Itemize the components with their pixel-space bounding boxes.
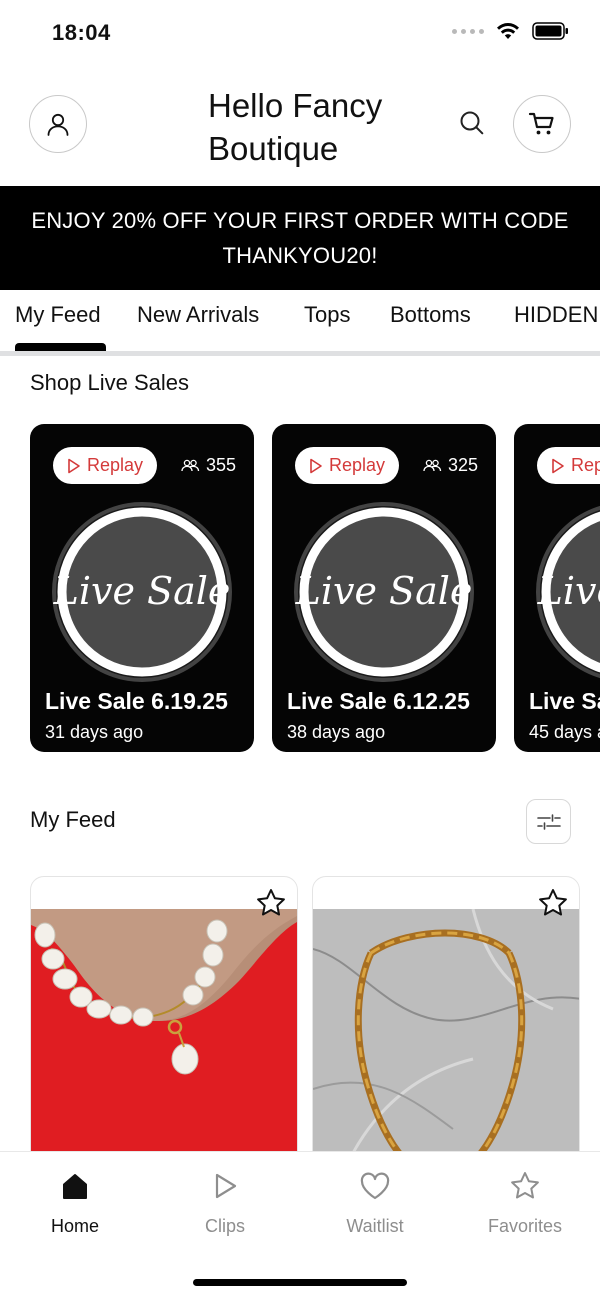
tab-bottoms[interactable]: Bottoms xyxy=(390,302,471,328)
viewers-icon xyxy=(181,459,200,471)
status-icons xyxy=(452,22,570,40)
status-time: 18:04 xyxy=(52,20,111,45)
heart-icon xyxy=(360,1172,390,1200)
live-sale-date: 31 days ago xyxy=(45,722,144,742)
live-sale-logo: Live Sale xyxy=(536,505,600,679)
live-sale-title: Live Sale 6.12.25 xyxy=(287,688,470,714)
live-sale-card[interactable]: Replay 325 Live Sale Live Sale 6.12.25 3… xyxy=(272,424,496,752)
status-bar: 18:04 xyxy=(0,0,600,66)
tab-hidden[interactable]: HIDDEN xyxy=(514,302,598,328)
feed-title: My Feed xyxy=(30,807,116,832)
promo-banner[interactable]: ENJOY 20% OFF YOUR FIRST ORDER WITH CODE… xyxy=(0,186,600,290)
nav-favorites-label: Favorites xyxy=(487,1216,563,1236)
star-icon xyxy=(511,1172,539,1199)
star-outline-icon xyxy=(257,889,285,916)
filter-button[interactable] xyxy=(526,799,571,844)
promo-text: ENJOY 20% OFF YOUR FIRST ORDER WITH CODE… xyxy=(31,208,569,268)
play-outline-icon xyxy=(552,458,564,473)
home-icon xyxy=(63,1174,87,1199)
star-outline-icon xyxy=(539,889,567,916)
viewer-count: 325 xyxy=(422,455,478,476)
live-sales-carousel: Replay 355 Live Sale Live Sale 6.19.25 3… xyxy=(0,424,600,754)
sliders-icon xyxy=(536,813,561,830)
live-sale-title: Live Sa xyxy=(529,688,600,714)
replay-button[interactable]: Replay xyxy=(295,447,399,484)
play-icon xyxy=(215,1173,237,1199)
nav-home-label: Home xyxy=(50,1216,99,1236)
replay-button[interactable]: Replay xyxy=(53,447,157,484)
live-sale-logo-text: Live Sale xyxy=(53,569,231,613)
battery-icon xyxy=(532,22,568,40)
search-icon xyxy=(460,111,484,135)
tab-new-arrivals[interactable]: New Arrivals xyxy=(137,302,259,328)
nav-home[interactable]: Home xyxy=(0,1166,150,1237)
cart-button[interactable] xyxy=(513,95,571,153)
replay-button[interactable]: Replay xyxy=(537,447,600,484)
live-sale-card[interactable]: Replay 355 Live Sale Live Sale 6.19.25 3… xyxy=(30,424,254,752)
nav-favorites[interactable]: Favorites xyxy=(450,1166,600,1237)
active-tab-indicator xyxy=(15,343,106,351)
live-sale-logo-text: Live Sale xyxy=(295,569,473,613)
viewers-icon xyxy=(423,459,442,471)
live-sale-card[interactable]: Replay Live Sale Live Sa 45 days a xyxy=(514,424,600,752)
live-sale-logo: Live Sale xyxy=(52,502,232,682)
viewer-count: 355 xyxy=(180,455,236,476)
store-name: Hello Fancy Boutique xyxy=(208,87,383,167)
header: Hello Fancy Boutique xyxy=(0,66,600,186)
live-sale-date: 45 days a xyxy=(529,722,600,742)
signal-dots-icon xyxy=(452,28,484,34)
favorite-button[interactable] xyxy=(535,885,571,921)
live-sales-title: Shop Live Sales xyxy=(30,370,189,395)
viewer-count-value: 325 xyxy=(448,455,479,475)
live-sale-logo: Live Sale xyxy=(294,502,474,682)
replay-label: Replay xyxy=(86,455,144,475)
nav-clips-label: Clips xyxy=(204,1216,245,1236)
cart-icon xyxy=(528,112,554,135)
live-sale-logo-text: Live Sale xyxy=(537,569,600,613)
play-outline-icon xyxy=(68,458,80,473)
wifi-icon xyxy=(497,23,519,39)
replay-label: Replay xyxy=(570,455,600,475)
tab-tops[interactable]: Tops xyxy=(304,302,350,328)
viewer-count-value: 355 xyxy=(206,455,237,475)
profile-button[interactable] xyxy=(29,95,87,153)
search-button[interactable] xyxy=(455,106,489,140)
live-sale-date: 38 days ago xyxy=(287,722,386,742)
category-tabs: My Feed New Arrivals Tops Bottoms HIDDEN xyxy=(0,290,600,356)
nav-clips[interactable]: Clips xyxy=(150,1166,300,1237)
product-card[interactable] xyxy=(30,876,298,1196)
tab-my-feed[interactable]: My Feed xyxy=(15,302,101,328)
play-outline-icon xyxy=(310,458,322,473)
live-sale-title: Live Sale 6.19.25 xyxy=(45,688,228,714)
home-indicator xyxy=(193,1279,407,1286)
product-card[interactable] xyxy=(312,876,580,1196)
user-icon xyxy=(47,113,69,136)
replay-label: Replay xyxy=(328,455,386,475)
nav-waitlist[interactable]: Waitlist xyxy=(300,1166,450,1237)
nav-waitlist-label: Waitlist xyxy=(346,1216,404,1236)
bottom-nav: Home Clips Waitlist Favorites xyxy=(0,1151,600,1299)
favorite-button[interactable] xyxy=(253,885,289,921)
